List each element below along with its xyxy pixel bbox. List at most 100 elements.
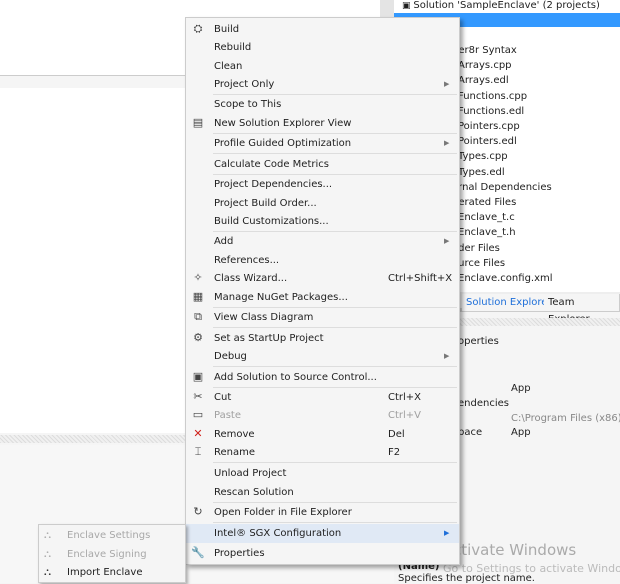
menu-item-label: Remove bbox=[214, 429, 255, 440]
menu-item-label: Properties bbox=[214, 548, 265, 559]
open-folder-icon: ↻ bbox=[193, 505, 203, 518]
paste-icon: ▭ bbox=[192, 408, 204, 421]
property-name: endencies bbox=[458, 398, 509, 409]
tree-item[interactable]: Pointers.cpp bbox=[458, 119, 520, 134]
submenu-item-label: Import Enclave bbox=[67, 567, 143, 578]
tree-item[interactable]: Functions.cpp bbox=[458, 89, 527, 104]
tree-item[interactable]: Pointers.edl bbox=[458, 134, 517, 149]
menu-item-remove[interactable]: ✕ Remove Del bbox=[186, 425, 459, 444]
submenu-item-import-enclave[interactable]: ⛬ Import Enclave bbox=[39, 564, 185, 582]
menu-item-project-only[interactable]: Project Only ▶ bbox=[186, 75, 459, 94]
solution-root[interactable]: ▣ Solution 'SampleEnclave' (2 projects) bbox=[402, 0, 600, 13]
menu-item-label: Paste bbox=[214, 410, 241, 421]
menu-item-label: Project Only bbox=[214, 79, 275, 90]
menu-item-cut[interactable]: ✂ Cut Ctrl+X bbox=[186, 388, 459, 407]
menu-item-add-solution-to-source-control[interactable]: ▣ Add Solution to Source Control... bbox=[186, 368, 459, 387]
menu-item-build-customizations[interactable]: Build Customizations... bbox=[186, 212, 459, 231]
menu-item-rescan-solution[interactable]: Rescan Solution bbox=[186, 483, 459, 502]
menu-item-unload-project[interactable]: Unload Project bbox=[186, 464, 459, 483]
submenu-item-label: Enclave Settings bbox=[67, 530, 151, 541]
tree-item[interactable]: Types.cpp bbox=[458, 149, 508, 164]
tree-item[interactable]: Arrays.edl bbox=[458, 73, 509, 88]
menu-item-label: Add bbox=[214, 236, 234, 247]
watermark-subtitle: Go to Settings to activate Windows. bbox=[443, 562, 620, 575]
nuget-icon: ▦ bbox=[192, 290, 204, 303]
tree-item[interactable]: Enclave_t.h bbox=[458, 225, 516, 240]
menu-item-rename[interactable]: ⌶ Rename F2 bbox=[186, 443, 459, 462]
property-value[interactable]: App bbox=[511, 427, 531, 438]
menu-separator bbox=[213, 522, 457, 523]
properties-title: operties bbox=[458, 336, 499, 347]
property-value[interactable]: C:\Program Files (x86)\Int bbox=[511, 413, 620, 424]
menu-item-label: Class Wizard... bbox=[214, 273, 288, 284]
enclave-icon: ⛬ bbox=[44, 548, 51, 560]
menu-item-manage-nuget-packages[interactable]: ▦ Manage NuGet Packages... bbox=[186, 288, 459, 307]
menu-item-label: New Solution Explorer View bbox=[214, 118, 352, 129]
menu-item-label: Cut bbox=[214, 392, 232, 403]
property-value[interactable]: App bbox=[511, 383, 531, 394]
menu-item-set-as-startup-project[interactable]: ⚙ Set as StartUp Project bbox=[186, 329, 459, 348]
menu-item-add[interactable]: Add ▶ bbox=[186, 232, 459, 251]
menu-item-paste[interactable]: ▭ Paste Ctrl+V bbox=[186, 406, 459, 425]
menu-item-rebuild[interactable]: Rebuild bbox=[186, 38, 459, 57]
tree-item[interactable]: ernal Dependencies bbox=[452, 180, 552, 195]
menu-item-label: View Class Diagram bbox=[214, 312, 314, 323]
source-control-icon: ▣ bbox=[192, 370, 204, 383]
menu-item-class-wizard[interactable]: ✧ Class Wizard... Ctrl+Shift+X bbox=[186, 269, 459, 288]
submenu-arrow-icon: ▶ bbox=[444, 237, 450, 245]
shortcut-label: F2 bbox=[388, 447, 401, 458]
menu-item-clean[interactable]: Clean bbox=[186, 57, 459, 76]
menu-item-new-solution-explorer-view[interactable]: ▤ New Solution Explorer View bbox=[186, 114, 459, 133]
menu-item-label: Clean bbox=[214, 61, 243, 72]
tree-item[interactable]: Enclave.config.xml bbox=[458, 271, 553, 286]
submenu-arrow-icon: ▶ bbox=[444, 529, 450, 537]
class-wizard-icon: ✧ bbox=[193, 271, 203, 284]
menu-item-label: Unload Project bbox=[214, 468, 287, 479]
menu-item-intel-sgx-configuration[interactable]: Intel® SGX Configuration ▶ bbox=[186, 524, 459, 543]
menu-item-label: Calculate Code Metrics bbox=[214, 159, 329, 170]
tree-item[interactable]: nerated Files bbox=[452, 195, 516, 210]
menu-separator bbox=[213, 462, 457, 463]
shortcut-label: Ctrl+Shift+X bbox=[388, 273, 453, 284]
scissors-icon: ✂ bbox=[193, 390, 203, 403]
menu-item-label: Intel® SGX Configuration bbox=[214, 528, 342, 539]
menu-item-label: Rebuild bbox=[214, 42, 252, 53]
menu-item-references[interactable]: References... bbox=[186, 251, 459, 270]
menu-item-scope-to-this[interactable]: Scope to This bbox=[186, 95, 459, 114]
tree-item[interactable]: Functions.edl bbox=[458, 104, 524, 119]
tree-item[interactable]: Arrays.cpp bbox=[458, 58, 512, 73]
menu-item-calculate-code-metrics[interactable]: Calculate Code Metrics bbox=[186, 155, 459, 174]
menu-item-label: References... bbox=[214, 255, 280, 266]
submenu-item-enclave-settings[interactable]: ⛬ Enclave Settings bbox=[39, 527, 185, 545]
menu-item-build[interactable]: ⛭ Build bbox=[186, 20, 459, 39]
tree-item[interactable]: Enclave_t.c bbox=[458, 210, 515, 225]
rename-icon: ⌶ bbox=[194, 445, 202, 458]
menu-item-properties[interactable]: 🔧 Properties bbox=[186, 544, 459, 563]
menu-item-label: Build Customizations... bbox=[214, 216, 329, 227]
menu-item-profile-guided-optimization[interactable]: Profile Guided Optimization ▶ bbox=[186, 134, 459, 153]
menu-item-project-dependencies[interactable]: Project Dependencies... bbox=[186, 175, 459, 194]
menu-item-label: Set as StartUp Project bbox=[214, 333, 324, 344]
menu-separator bbox=[213, 366, 457, 367]
tree-item[interactable]: Types.edl bbox=[458, 165, 505, 180]
shortcut-label: Ctrl+V bbox=[388, 410, 422, 421]
menu-item-debug[interactable]: Debug ▶ bbox=[186, 347, 459, 366]
property-name: pace bbox=[458, 427, 483, 438]
menu-item-open-folder-in-file-explorer[interactable]: ↻ Open Folder in File Explorer bbox=[186, 503, 459, 522]
solution-icon: ▣ bbox=[402, 1, 414, 11]
tab-team-explorer[interactable]: Team Explorer bbox=[544, 294, 620, 325]
submenu-item-enclave-signing[interactable]: ⛬ Enclave Signing bbox=[39, 546, 185, 564]
menu-item-label: Rescan Solution bbox=[214, 487, 294, 498]
tree-item[interactable]: ger8r Syntax bbox=[452, 43, 517, 58]
menu-item-label: Manage NuGet Packages... bbox=[214, 292, 348, 303]
tab-solution-explorer[interactable]: Solution Explorer bbox=[462, 294, 557, 311]
menu-item-project-build-order[interactable]: Project Build Order... bbox=[186, 194, 459, 213]
enclave-icon: ⛬ bbox=[44, 530, 51, 541]
menu-item-label: Open Folder in File Explorer bbox=[214, 507, 352, 518]
submenu-arrow-icon: ▶ bbox=[444, 80, 450, 88]
wrench-icon: 🔧 bbox=[191, 546, 205, 559]
menu-item-label: Rename bbox=[214, 447, 256, 458]
menu-item-view-class-diagram[interactable]: ⧉ View Class Diagram bbox=[186, 308, 459, 327]
menu-item-label: Build bbox=[214, 24, 240, 35]
shortcut-label: Del bbox=[388, 429, 405, 440]
